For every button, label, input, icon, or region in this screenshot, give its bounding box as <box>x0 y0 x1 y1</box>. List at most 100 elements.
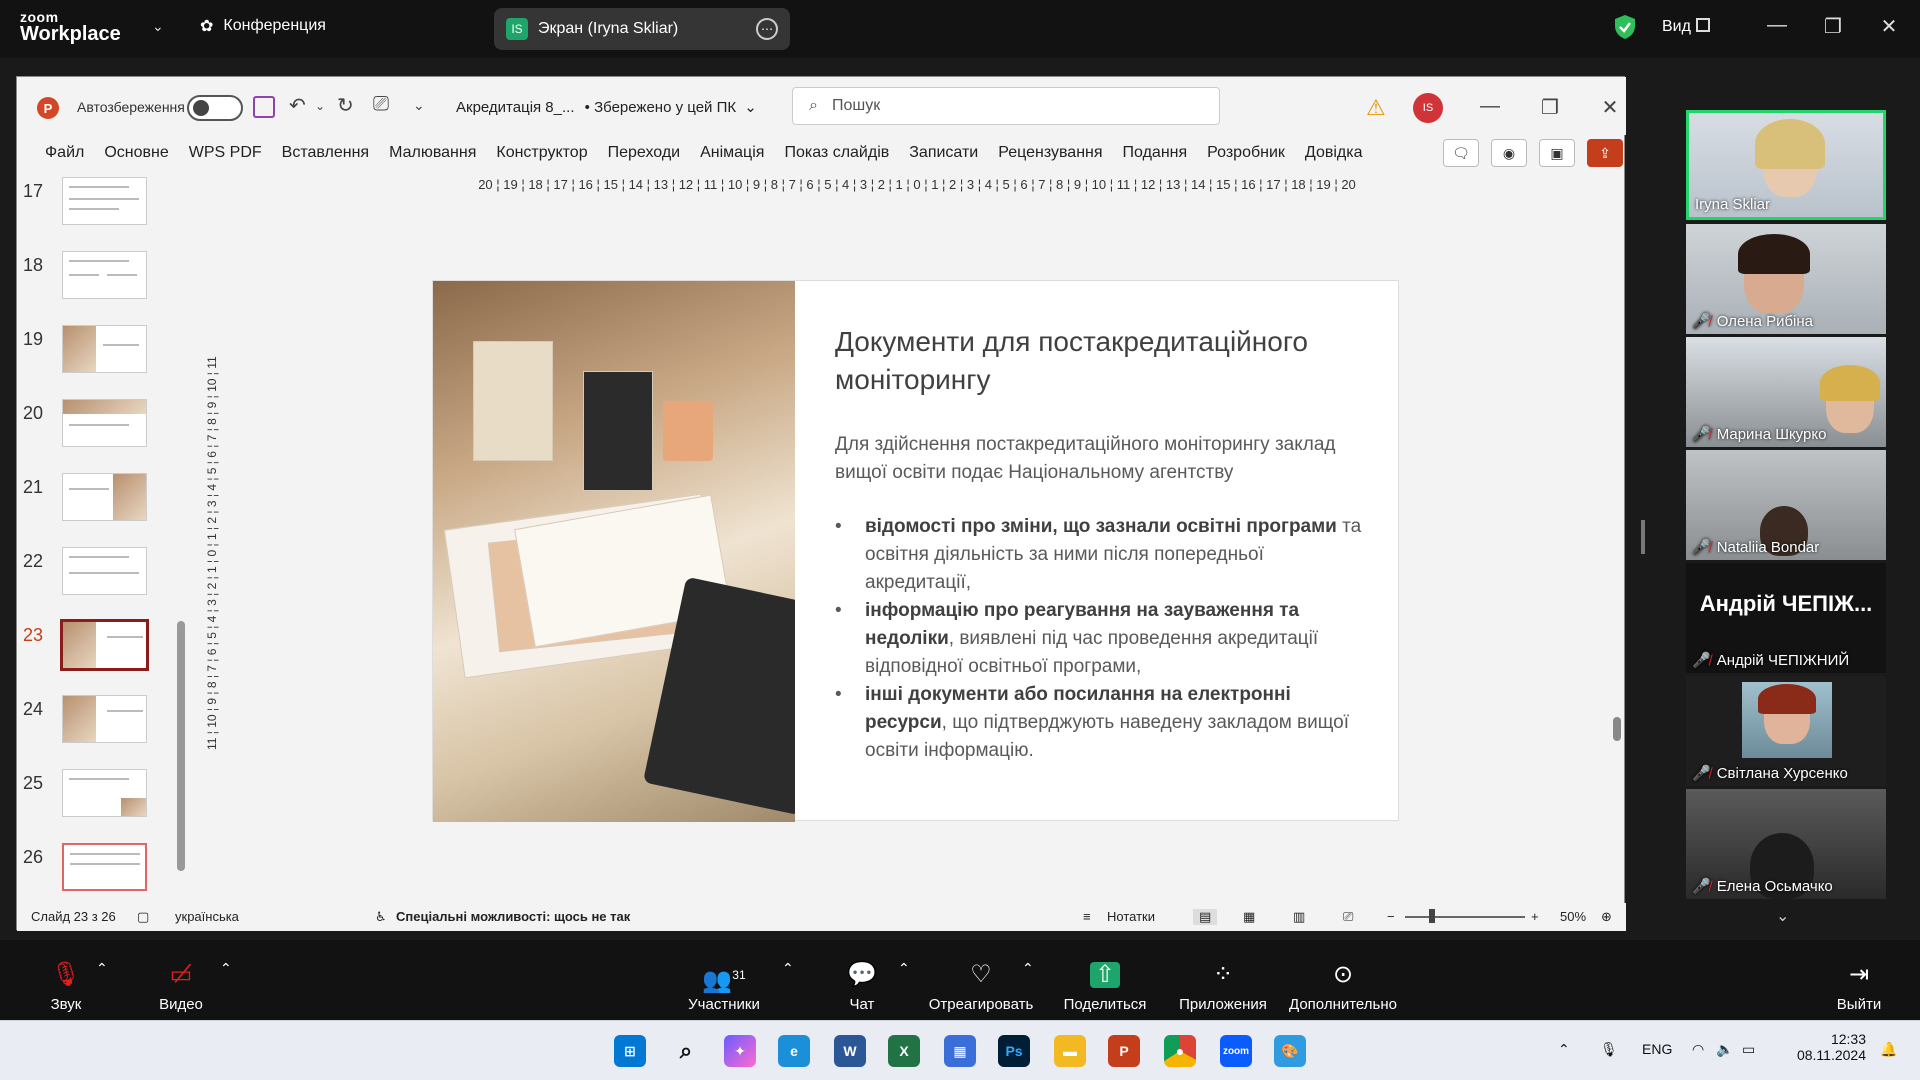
present-icon[interactable]: ⎚ <box>373 93 389 116</box>
more-icon[interactable]: ⋯ <box>756 18 778 40</box>
thumb-slide-22[interactable]: 22 <box>17 547 162 607</box>
slide-title[interactable]: Документи для постакредитаційного моніто… <box>835 323 1375 399</box>
zoom-in-icon[interactable]: + <box>1531 909 1539 924</box>
fit-slide-icon[interactable]: ⊕ <box>1601 909 1612 925</box>
battery-icon[interactable]: ▭ <box>1742 1041 1755 1058</box>
accessibility-icon[interactable]: ♿ <box>375 909 387 925</box>
customize-qat-icon[interactable]: ⌄ <box>413 97 425 114</box>
document-title[interactable]: Акредитація 8_... • Збережено у цей ПК ⌄ <box>456 98 757 116</box>
slide-photo[interactable] <box>433 281 795 822</box>
notes-icon[interactable]: ≡ <box>1083 909 1091 924</box>
powerpoint-taskbar-icon[interactable]: P <box>1108 1035 1140 1067</box>
slide-intro-text[interactable]: Для здійснення постакредитаційного моніт… <box>835 431 1375 487</box>
tab-record[interactable]: Записати <box>899 144 988 162</box>
minimize-icon[interactable]: — <box>1475 95 1505 118</box>
participant-tile[interactable]: 🎤̸ Nataliia Bondar <box>1686 450 1886 560</box>
zoom-slider[interactable] <box>1405 916 1525 918</box>
thumb-slide-19[interactable]: 19 <box>17 325 162 385</box>
tab-view[interactable]: Подання <box>1113 144 1198 162</box>
slideshow-icon[interactable]: ⎚ <box>1343 909 1353 925</box>
normal-view-icon[interactable]: ▤ <box>1193 909 1218 925</box>
zoom-out-icon[interactable]: − <box>1387 909 1395 924</box>
encryption-shield-icon[interactable] <box>1614 14 1636 40</box>
screen-share-pill[interactable]: IS Экран (Iryna Skliar) ⋯ <box>494 8 790 50</box>
thumb-slide-24[interactable]: 24 <box>17 695 162 755</box>
thumb-slide-21[interactable]: 21 <box>17 473 162 533</box>
video-button[interactable]: ▭̸ Видео <box>156 960 206 1013</box>
language-indicator[interactable]: ENG <box>1642 1041 1672 1057</box>
user-avatar[interactable]: IS <box>1413 93 1443 123</box>
tab-transitions[interactable]: Переходи <box>598 144 690 162</box>
chevron-down-icon[interactable]: ⌄ <box>152 18 164 35</box>
editor-scrollbar[interactable] <box>1611 181 1625 901</box>
audio-options-icon[interactable]: ⌃ <box>96 960 108 977</box>
thumb-slide-23-selected[interactable]: 23 <box>17 619 162 681</box>
redo-icon[interactable]: ↻ <box>337 93 354 118</box>
tab-wps-pdf[interactable]: WPS PDF <box>179 144 272 162</box>
chat-options-icon[interactable]: ⌃ <box>898 960 910 977</box>
participant-tile[interactable]: 🎤̸ Елена Осьмачко <box>1686 789 1886 899</box>
react-button[interactable]: ♡ Отреагировать <box>928 960 1034 1013</box>
wifi-icon[interactable]: ◠ <box>1692 1041 1704 1058</box>
tab-slideshow[interactable]: Показ слайдів <box>774 144 899 162</box>
slide-sorter-icon[interactable]: ▦ <box>1243 909 1255 925</box>
gallery-scroll-down-icon[interactable]: ⌄ <box>1776 906 1789 926</box>
file-explorer-icon[interactable]: ▬ <box>1054 1035 1086 1067</box>
meeting-info-button[interactable]: ✿ Конференция <box>200 16 326 36</box>
thumb-slide-18[interactable]: 18 <box>17 251 162 311</box>
save-icon[interactable] <box>253 96 275 118</box>
paint-icon[interactable]: 🎨 <box>1274 1035 1306 1067</box>
undo-icon[interactable]: ↶ <box>289 93 306 118</box>
camera-icon[interactable]: ▣ <box>1539 139 1575 167</box>
thumb-slide-20[interactable]: 20 <box>17 399 162 459</box>
photoshop-icon[interactable]: Ps <box>998 1035 1030 1067</box>
thumbnail-scrollbar[interactable] <box>177 181 187 901</box>
panel-resize-handle[interactable] <box>1641 520 1645 554</box>
tab-file[interactable]: Файл <box>35 144 94 162</box>
autosave-toggle[interactable] <box>187 95 243 121</box>
undo-dropdown-icon[interactable]: ⌄ <box>315 99 325 113</box>
participant-tile[interactable]: Андрій ЧЕПІЖ... 🎤̸ Андрій ЧЕПІЖНИЙ <box>1686 563 1886 673</box>
thumb-slide-26[interactable]: 26 <box>17 843 162 897</box>
thumb-slide-17[interactable]: 17 <box>17 177 162 237</box>
audio-button[interactable]: 🎙 Звук <box>44 960 88 1013</box>
warning-icon[interactable]: ⚠ <box>1366 95 1386 121</box>
minimize-icon[interactable]: — <box>1762 14 1792 37</box>
react-options-icon[interactable]: ⌃ <box>1022 960 1034 977</box>
clock[interactable]: 12:33 08.11.2024 <box>1794 1031 1866 1063</box>
tab-help[interactable]: Довідка <box>1295 144 1373 162</box>
store-icon[interactable]: ▦ <box>944 1035 976 1067</box>
search-icon[interactable]: ⌕ <box>670 1035 702 1067</box>
participants-options-icon[interactable]: ⌃ <box>782 960 794 977</box>
share-screen-button[interactable]: ⇧ Поделиться <box>1060 960 1150 1014</box>
edge-icon[interactable]: e <box>778 1035 810 1067</box>
share-icon[interactable]: ⇪ <box>1587 139 1623 167</box>
notes-button[interactable]: Нотатки <box>1107 909 1155 924</box>
chrome-icon[interactable]: ● <box>1164 1035 1196 1067</box>
search-box[interactable]: ⌕ Пошук <box>792 87 1220 125</box>
tab-insert[interactable]: Вставлення <box>272 144 379 162</box>
tab-draw[interactable]: Малювання <box>379 144 486 162</box>
leave-button[interactable]: ⇥ Выйти <box>1834 960 1884 1013</box>
excel-icon[interactable]: X <box>888 1035 920 1067</box>
participants-button[interactable]: 👥31 Участники <box>684 960 764 1013</box>
participant-tile[interactable]: 🎤̸ Марина Шкурко <box>1686 337 1886 447</box>
restore-icon[interactable]: ❐ <box>1818 14 1848 39</box>
microphone-icon[interactable]: 🎙 <box>1600 1041 1618 1058</box>
tab-developer[interactable]: Розробник <box>1197 144 1295 162</box>
record-icon[interactable]: ◉ <box>1491 139 1527 167</box>
tray-overflow-icon[interactable]: ⌃ <box>1558 1041 1570 1058</box>
spellcheck-icon[interactable]: ▢ <box>137 909 149 925</box>
apps-button[interactable]: ⁘ Приложения <box>1176 960 1270 1013</box>
chat-button[interactable]: 💬 Чат <box>840 960 884 1013</box>
copilot-icon[interactable]: ✦ <box>724 1035 756 1067</box>
word-icon[interactable]: W <box>834 1035 866 1067</box>
tab-animations[interactable]: Анімація <box>690 144 774 162</box>
accessibility-status[interactable]: Спеціальні можливості: щось не так <box>396 909 630 924</box>
windows-start-icon[interactable]: ⊞ <box>614 1035 646 1067</box>
video-options-icon[interactable]: ⌃ <box>220 960 232 977</box>
comments-icon[interactable]: 🗨 <box>1443 139 1479 167</box>
language-indicator[interactable]: українська <box>175 909 239 924</box>
view-button[interactable]: Вид <box>1662 18 1691 36</box>
participant-tile[interactable]: 🎤̸ Олена Рибіна <box>1686 224 1886 334</box>
